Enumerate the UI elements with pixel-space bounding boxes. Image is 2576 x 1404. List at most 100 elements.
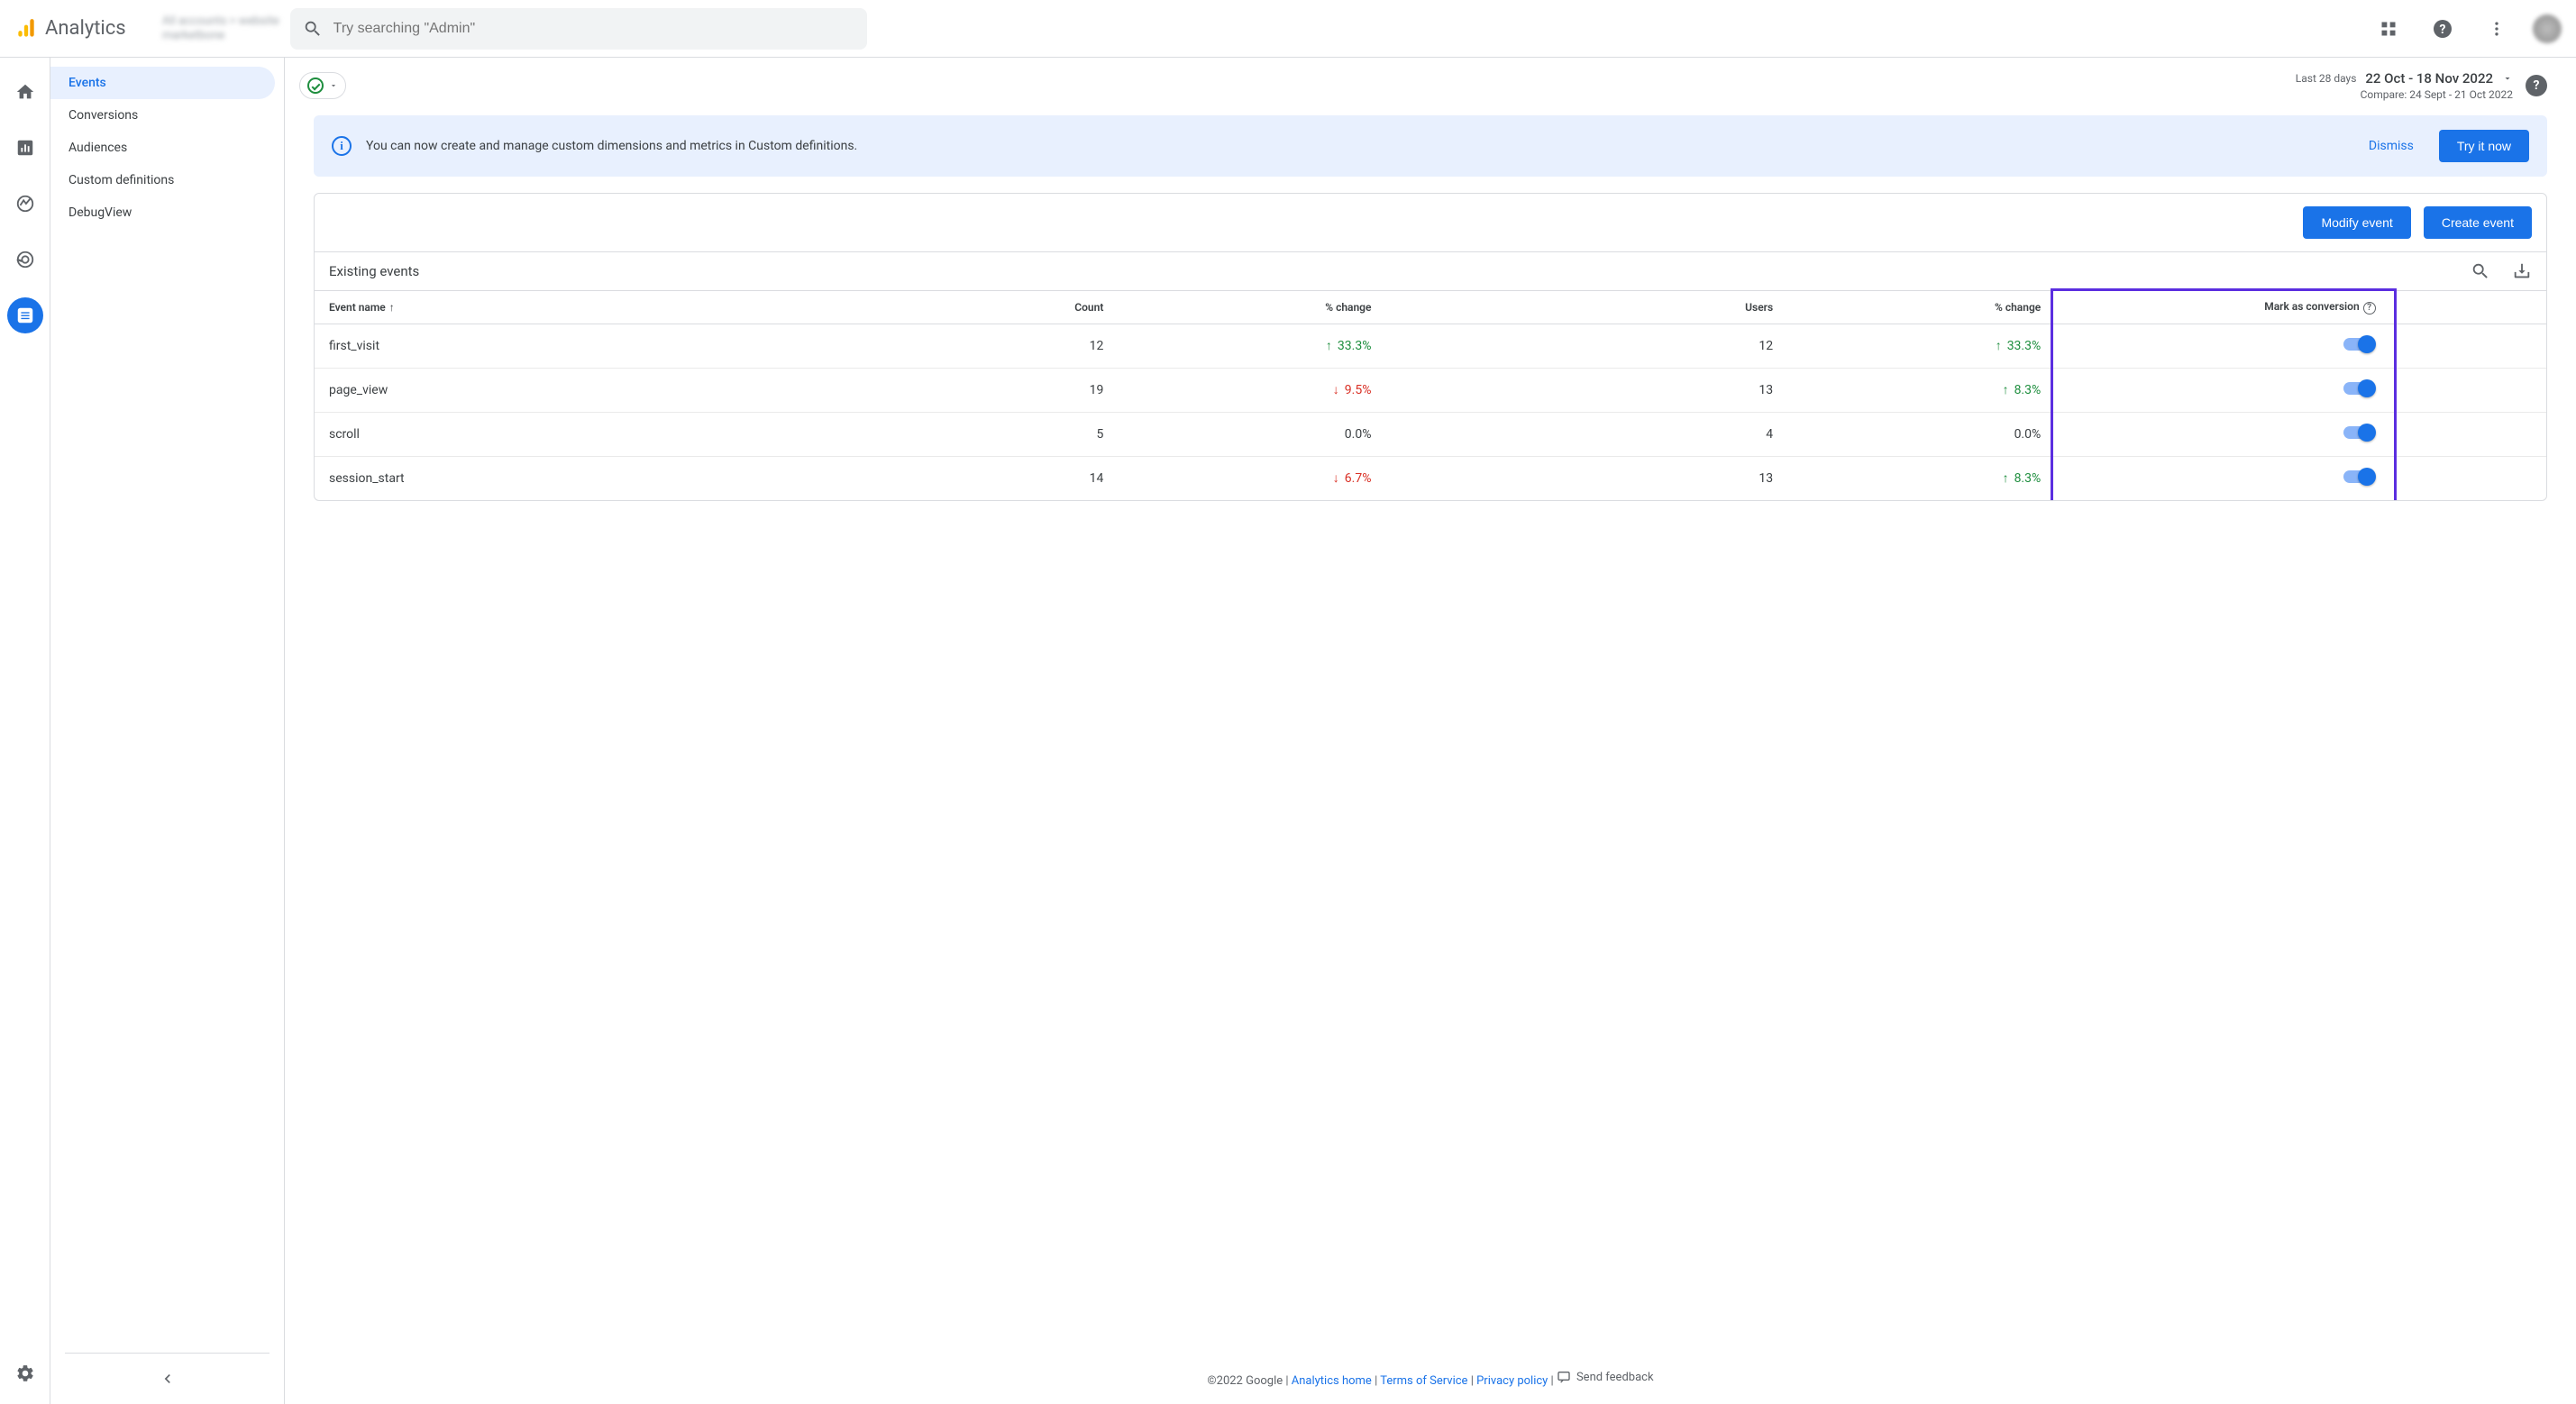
conversion-toggle-cell — [2055, 324, 2389, 368]
property-selector[interactable]: All accounts > website marketbone — [162, 14, 279, 42]
conversion-toggle[interactable] — [2343, 335, 2376, 353]
help-icon[interactable]: ? — [2363, 302, 2376, 315]
rail-reports-icon[interactable] — [7, 130, 43, 166]
conversion-toggle[interactable] — [2343, 424, 2376, 442]
footer-link-privacy[interactable]: Privacy policy — [1476, 1374, 1548, 1388]
send-feedback-button[interactable]: Send feedback — [1557, 1370, 1654, 1384]
change-cell: ↓9.5% — [1118, 368, 1385, 412]
date-compare: Compare: 24 Sept - 21 Oct 2022 — [2296, 88, 2513, 101]
app-header: Analytics All accounts > website marketb… — [0, 0, 2576, 58]
info-icon: i — [332, 136, 352, 156]
conversion-toggle-cell — [2055, 412, 2389, 456]
avatar[interactable] — [2533, 14, 2562, 43]
rail-configure-icon[interactable] — [7, 297, 43, 333]
search-input[interactable] — [333, 21, 854, 37]
event-name-cell[interactable]: scroll — [315, 412, 939, 456]
main-content: Last 28 days 22 Oct - 18 Nov 2022 Compar… — [285, 58, 2576, 1404]
rail-advertising-icon[interactable] — [7, 242, 43, 278]
status-pill[interactable] — [299, 72, 346, 99]
conversion-toggle[interactable] — [2343, 468, 2376, 486]
help-icon[interactable]: ? — [2526, 75, 2547, 96]
svg-text:?: ? — [2440, 23, 2446, 37]
table-row: scroll50.0%40.0% — [315, 412, 2546, 456]
dismiss-button[interactable]: Dismiss — [2358, 132, 2425, 160]
try-it-now-button[interactable]: Try it now — [2439, 130, 2529, 162]
table-row: session_start14↓6.7%13↑8.3% — [315, 456, 2546, 500]
footer: ©2022 Google | Analytics home | Terms of… — [285, 1354, 2576, 1404]
rail-admin-icon[interactable] — [7, 1355, 43, 1391]
copyright: ©2022 Google — [1207, 1374, 1283, 1388]
conversion-toggle-cell — [2055, 456, 2389, 500]
users-cell: 12 — [1385, 324, 1787, 368]
nav-rail — [0, 58, 50, 1404]
collapse-subnav-icon[interactable] — [159, 1370, 177, 1388]
header-actions: ? — [2370, 11, 2562, 47]
help-icon[interactable]: ? — [2425, 11, 2461, 47]
rail-explore-icon[interactable] — [7, 186, 43, 222]
subnav-item-events[interactable]: Events — [50, 67, 275, 99]
search-icon — [303, 19, 323, 39]
card-title: Existing events — [329, 263, 419, 279]
apps-icon[interactable] — [2370, 11, 2407, 47]
col-event-name[interactable]: Event name↑ — [315, 291, 939, 324]
search-bar[interactable] — [290, 8, 867, 50]
date-picker[interactable]: Last 28 days 22 Oct - 18 Nov 2022 Compar… — [2296, 70, 2513, 101]
change-cell: ↑33.3% — [1787, 324, 2055, 368]
subnav-item-debugview[interactable]: DebugView — [50, 196, 275, 229]
count-cell: 5 — [939, 412, 1118, 456]
property-line2: marketbone — [162, 29, 279, 43]
subnav-item-conversions[interactable]: Conversions — [50, 99, 275, 132]
subnav-item-audiences[interactable]: Audiences — [50, 132, 275, 164]
date-range: 22 Oct - 18 Nov 2022 — [2365, 70, 2493, 87]
rail-home-icon[interactable] — [7, 74, 43, 110]
col-change1[interactable]: % change — [1118, 291, 1385, 324]
logo-block: Analytics — [14, 17, 159, 41]
info-banner: i You can now create and manage custom d… — [314, 115, 2547, 177]
sort-asc-icon: ↑ — [389, 301, 395, 314]
change-cell: 0.0% — [1787, 412, 2055, 456]
col-count[interactable]: Count — [939, 291, 1118, 324]
date-label: Last 28 days — [2296, 72, 2357, 85]
conversion-toggle[interactable] — [2343, 379, 2376, 397]
brand-name: Analytics — [45, 17, 126, 40]
users-cell: 13 — [1385, 456, 1787, 500]
analytics-logo-icon — [14, 17, 38, 41]
subnav-item-custom-definitions[interactable]: Custom definitions — [50, 164, 275, 196]
more-icon[interactable] — [2479, 11, 2515, 47]
subnav-divider — [65, 1353, 269, 1354]
footer-link-terms[interactable]: Terms of Service — [1380, 1374, 1467, 1388]
create-event-button[interactable]: Create event — [2424, 206, 2532, 239]
users-cell: 4 — [1385, 412, 1787, 456]
banner-text: You can now create and manage custom dim… — [366, 139, 2343, 153]
col-change2[interactable]: % change — [1787, 291, 2055, 324]
event-name-cell[interactable]: page_view — [315, 368, 939, 412]
change-cell: 0.0% — [1118, 412, 1385, 456]
property-line1: All accounts > website — [162, 14, 279, 29]
search-icon[interactable] — [2471, 261, 2490, 281]
event-name-cell[interactable]: first_visit — [315, 324, 939, 368]
change-cell: ↓6.7% — [1118, 456, 1385, 500]
subnav: EventsConversionsAudiencesCustom definit… — [50, 58, 285, 1404]
events-table: Event name↑ Count % change Users % chang… — [315, 290, 2546, 500]
table-row: page_view19↓9.5%13↑8.3% — [315, 368, 2546, 412]
footer-link-home[interactable]: Analytics home — [1292, 1374, 1372, 1388]
col-mark-conversion: Mark as conversion? — [2055, 291, 2389, 324]
count-cell: 12 — [939, 324, 1118, 368]
modify-event-button[interactable]: Modify event — [2303, 206, 2410, 239]
users-cell: 13 — [1385, 368, 1787, 412]
table-row: first_visit12↑33.3%12↑33.3% — [315, 324, 2546, 368]
col-users[interactable]: Users — [1385, 291, 1787, 324]
events-card: Modify event Create event Existing event… — [314, 193, 2547, 501]
chevron-down-icon — [2502, 73, 2513, 84]
chevron-down-icon — [329, 81, 338, 90]
count-cell: 19 — [939, 368, 1118, 412]
count-cell: 14 — [939, 456, 1118, 500]
download-icon[interactable] — [2512, 261, 2532, 281]
change-cell: ↑8.3% — [1787, 456, 2055, 500]
conversion-toggle-cell — [2055, 368, 2389, 412]
event-name-cell[interactable]: session_start — [315, 456, 939, 500]
toolbar: Last 28 days 22 Oct - 18 Nov 2022 Compar… — [285, 58, 2576, 112]
change-cell: ↑33.3% — [1118, 324, 1385, 368]
check-icon — [307, 77, 324, 94]
change-cell: ↑8.3% — [1787, 368, 2055, 412]
